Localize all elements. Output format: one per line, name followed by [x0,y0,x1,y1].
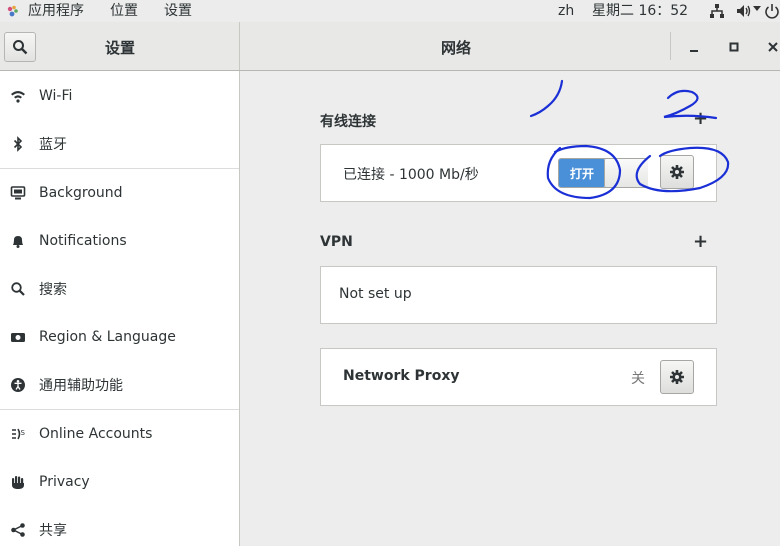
volume-icon[interactable] [736,3,754,19]
places-menu[interactable]: 位置 [110,1,138,21]
sidebar-item-notifications[interactable]: Notifications [0,217,239,265]
gear-icon [670,165,684,179]
toggle-knob[interactable] [604,159,648,187]
sidebar: Wi-Fi 蓝牙 Background Notifications 搜索 Reg… [0,71,240,546]
vpn-status: Not set up [339,286,412,302]
wifi-icon [10,88,26,104]
wired-section-title: 有线连接 [320,114,376,130]
hand-icon [10,474,26,490]
toggle-on-label: 打开 [559,159,605,187]
network-icon[interactable] [709,3,725,19]
sidebar-item-region-language[interactable]: Region & Language [0,313,239,361]
power-icon[interactable] [764,3,780,19]
sidebar-item-label: Online Accounts [39,426,153,442]
background-icon [10,185,26,201]
network-proxy-label: Network Proxy [343,368,460,384]
wired-status: 已连接 - 1000 Mb/秒 [343,167,479,183]
sidebar-item-background[interactable]: Background [0,169,239,217]
share-icon [10,522,26,538]
minimize-button[interactable] [683,36,705,58]
vpn-row: Not set up [320,266,717,324]
sidebar-item-label: 搜索 [39,282,67,298]
network-proxy-row[interactable]: Network Proxy 关 [320,348,717,406]
sidebar-item-wifi[interactable]: Wi-Fi [0,72,239,120]
sidebar-item-label: Privacy [39,474,90,490]
volume-arrow-icon [753,6,761,11]
sidebar-item-label: 蓝牙 [39,137,67,153]
sidebar-item-label: 共享 [39,523,67,539]
language-indicator[interactable]: zh [558,1,574,21]
add-vpn-button[interactable]: + [693,231,708,252]
proxy-state: 关 [631,371,645,387]
region-icon [10,329,26,345]
vpn-section-title: VPN [320,234,353,250]
top-bar: 应用程序 位置 设置 zh 星期二 16：52 [0,0,780,22]
add-wired-button[interactable]: + [693,108,708,129]
wired-toggle-switch[interactable]: 打开 [558,158,648,188]
wired-settings-button[interactable] [660,155,694,189]
gear-icon [670,370,684,384]
sidebar-item-search[interactable]: 搜索 [0,265,239,313]
sidebar-item-label: Region & Language [39,329,176,345]
settings-menu[interactable]: 设置 [164,1,192,21]
minimize-icon [690,50,698,52]
sidebar-item-bluetooth[interactable]: 蓝牙 [0,120,239,168]
plus-icon: + [693,108,709,129]
gnome-foot-icon [7,5,18,17]
sidebar-item-accessibility[interactable]: 通用辅助功能 [0,361,239,409]
online-accounts-icon: S [10,426,26,442]
applications-menu[interactable]: 应用程序 [28,1,84,21]
header-separator [670,32,671,60]
page-title: 网络 [440,39,471,57]
svg-text:S: S [21,429,26,437]
sidebar-item-label: 通用辅助功能 [39,378,123,394]
close-icon [768,42,778,52]
maximize-button[interactable] [723,36,745,58]
bluetooth-icon [10,136,26,152]
header-bar: 设置 网络 [0,22,780,71]
annotation-two-mark [663,89,718,120]
bell-icon [10,233,26,249]
sidebar-item-sharing[interactable]: 共享 [0,506,239,546]
plus-icon: + [693,231,709,252]
annotation-one-mark [529,79,564,118]
sidebar-item-label: Notifications [39,233,127,249]
sidebar-item-label: Background [39,185,123,201]
sidebar-item-label: Wi-Fi [39,88,73,104]
proxy-settings-button[interactable] [660,360,694,394]
maximize-icon [729,42,739,52]
search-icon [10,281,26,297]
sidebar-item-online-accounts[interactable]: S Online Accounts [0,410,239,458]
sidebar-item-privacy[interactable]: Privacy [0,458,239,506]
accessibility-icon [10,377,26,393]
wired-connection-row: 已连接 - 1000 Mb/秒 打开 [320,144,717,202]
clock[interactable]: 星期二 16：52 [592,1,688,21]
header-left: 设置 [0,22,240,70]
settings-title: 设置 [104,39,135,57]
close-button[interactable] [762,36,780,58]
